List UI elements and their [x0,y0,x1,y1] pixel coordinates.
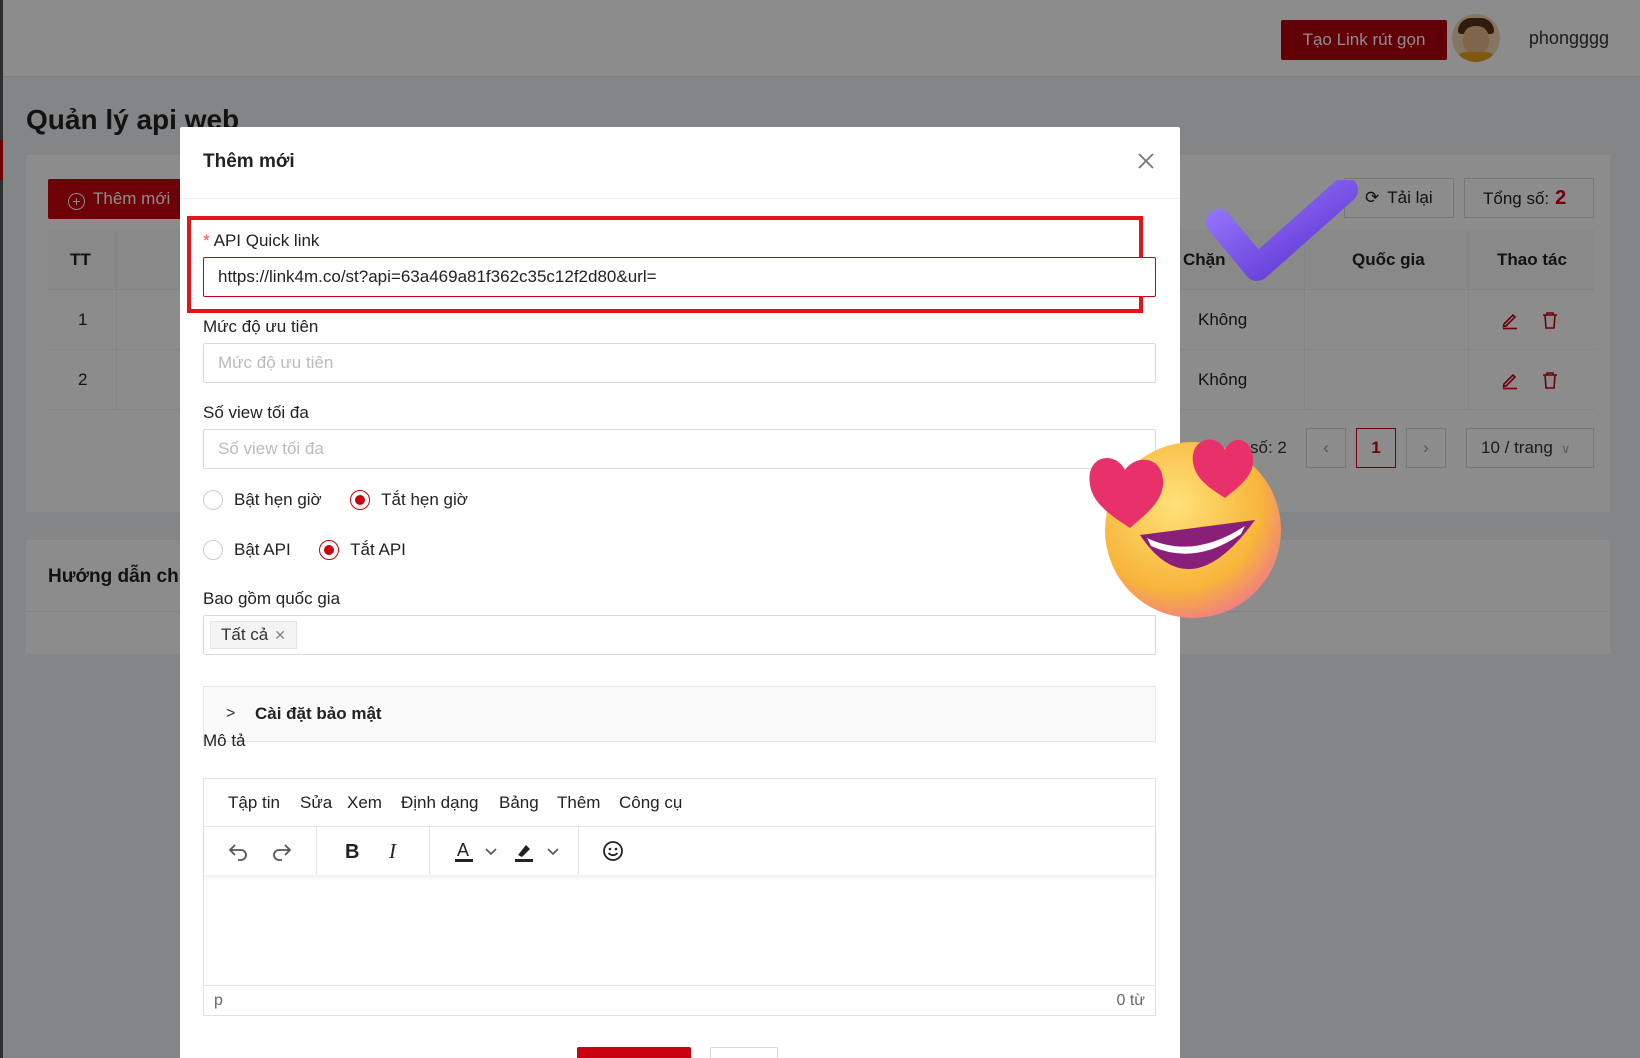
country-tag: Tất cả ✕ [210,621,297,649]
cancel-button[interactable] [710,1047,778,1058]
security-settings-label: Cài đặt bảo mật [255,704,382,723]
chevron-down-icon[interactable] [484,839,498,863]
submit-button[interactable] [577,1047,691,1058]
svg-text:I: I [388,839,397,863]
schedule-off-label: Tắt hẹn giờ [381,490,468,509]
editor-menubar: Tập tin Sửa Xem Định dạng Bảng Thêm Công… [204,779,1155,827]
bold-icon[interactable]: B [340,839,364,863]
modal-title: Thêm mới [203,151,295,172]
max-view-input[interactable] [203,429,1156,469]
element-path: p [214,992,223,1009]
svg-text:B: B [345,841,359,863]
menu-edit[interactable]: Sửa [300,793,332,813]
api-off-radio[interactable]: Tắt API [319,538,406,562]
schedule-on-label: Bật hẹn giờ [234,490,322,509]
menu-format[interactable]: Định dạng [401,793,479,813]
emoji-icon[interactable] [601,839,625,863]
api-on-radio[interactable]: Bật API [203,538,291,562]
rich-text-editor: Tập tin Sửa Xem Định dạng Bảng Thêm Công… [203,778,1156,1016]
required-marker: * [203,231,210,250]
description-label: Mô tả [203,731,246,750]
api-quick-link-label-text: API Quick link [213,231,320,250]
editor-statusbar: p 0 từ [204,985,1155,1015]
max-view-label: Số view tối đa [203,403,309,422]
editor-toolbar: B I A [204,827,1155,875]
chevron-down-icon[interactable] [546,839,560,863]
heart-eyes-emoji-icon [1089,439,1281,618]
tag-close-icon[interactable]: ✕ [274,627,286,643]
modal-header: Thêm mới [180,127,1180,199]
highlight-color-icon[interactable] [512,839,536,863]
chevron-right-icon: > [226,705,236,722]
menu-tools[interactable]: Công cụ [619,793,682,813]
country-select[interactable]: Tất cả ✕ [203,615,1156,655]
api-on-label: Bật API [234,540,291,559]
schedule-radio-group: Bật hẹn giờ Tắt hẹn giờ [203,488,492,512]
svg-text:A: A [457,840,469,860]
menu-insert[interactable]: Thêm [557,793,600,813]
close-icon[interactable] [1136,151,1156,171]
add-new-modal: Thêm mới *API Quick link Mức độ ưu tiên … [180,127,1180,1058]
security-settings-collapse[interactable]: > Cài đặt bảo mật [203,686,1156,742]
checkmark-sticker-icon [1206,180,1358,281]
menu-file[interactable]: Tập tin [228,793,280,813]
api-quick-link-label: * API Quick link [203,231,319,251]
api-off-label: Tắt API [350,540,406,559]
undo-icon[interactable] [226,839,250,863]
schedule-on-radio[interactable]: Bật hẹn giờ [203,488,322,512]
priority-label: Mức độ ưu tiên [203,317,319,336]
menu-table[interactable]: Bảng [499,793,539,813]
api-radio-group: Bật API Tắt API [203,538,430,562]
italic-icon[interactable]: I [382,839,406,863]
text-color-icon[interactable]: A [452,839,476,863]
menu-view[interactable]: Xem [347,793,382,813]
redo-icon[interactable] [270,839,294,863]
api-quick-link-input[interactable] [203,257,1156,297]
country-tag-label: Tất cả [221,625,269,644]
schedule-off-radio[interactable]: Tắt hẹn giờ [350,488,468,512]
country-label: Bao gồm quốc gia [203,589,341,608]
priority-input[interactable] [203,343,1156,383]
word-count: 0 từ [1116,992,1146,1009]
